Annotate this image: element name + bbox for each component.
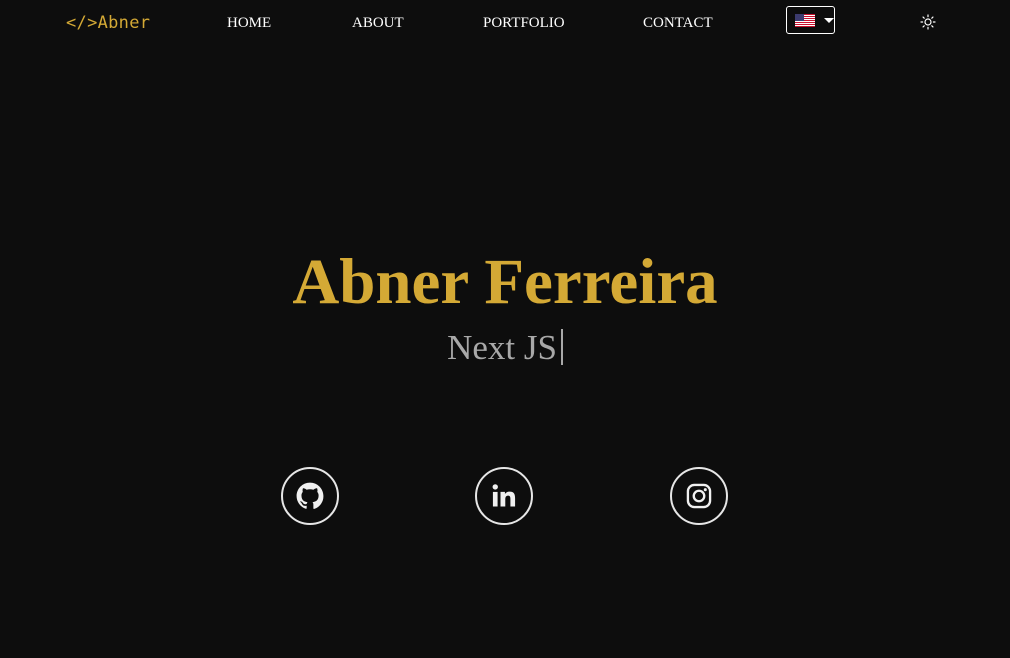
sun-icon: [920, 14, 936, 30]
typing-cursor: [560, 329, 563, 365]
us-flag-icon: [795, 14, 815, 27]
linkedin-link[interactable]: [475, 467, 533, 525]
hero-name: Abner Ferreira: [292, 246, 718, 318]
nav-portfolio[interactable]: PORTFOLIO: [483, 14, 565, 32]
nav-about[interactable]: ABOUT: [352, 14, 404, 32]
nav-home[interactable]: HOME: [227, 14, 271, 32]
instagram-icon: [686, 483, 712, 509]
github-icon: [296, 482, 324, 509]
instagram-link[interactable]: [670, 467, 728, 525]
linkedin-icon: [492, 484, 516, 507]
github-link[interactable]: [281, 467, 339, 525]
logo[interactable]: </>Abner: [66, 11, 150, 35]
hero-role-text: Next JS: [447, 328, 557, 367]
language-select[interactable]: [786, 6, 835, 34]
chevron-down-icon: [824, 18, 834, 23]
hero-role: Next JS: [0, 328, 1010, 368]
nav-contact[interactable]: CONTACT: [643, 14, 713, 32]
theme-toggle[interactable]: [920, 14, 936, 30]
